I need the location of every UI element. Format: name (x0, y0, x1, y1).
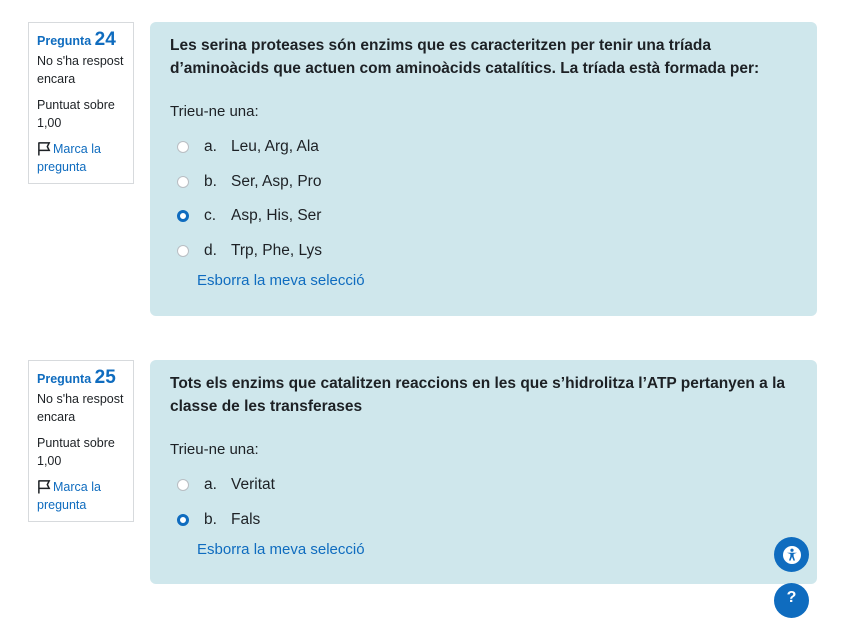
question-state: No s'ha respost encara (37, 392, 124, 424)
answer-prompt: Trieu-ne una: (170, 441, 259, 458)
question-grade: Puntuat sobre 1,00 (37, 436, 115, 468)
radio-c-selected[interactable] (177, 210, 189, 223)
radio-b-selected[interactable] (177, 513, 189, 526)
help-button[interactable]: ? (774, 583, 809, 618)
option-text: Fals (231, 510, 261, 528)
option-letter: a. (204, 476, 217, 494)
flag-question-link[interactable]: Marca la pregunta (37, 140, 125, 176)
question-info-25: Pregunta 25 No s'ha respost encara Puntu… (28, 360, 134, 522)
option-text: Asp, His, Ser (231, 207, 322, 225)
accessibility-icon (782, 545, 801, 564)
answer-option-b[interactable]: b. Fals (170, 503, 797, 538)
radio-b[interactable] (177, 175, 189, 188)
option-text: Leu, Arg, Ala (231, 138, 319, 156)
option-text: Trp, Phe, Lys (231, 241, 323, 259)
answer-options: a. Leu, Arg, Ala b. Ser, Asp, Pro c. Asp… (170, 130, 797, 268)
option-letter: b. (204, 510, 217, 528)
answer-option-a[interactable]: a. Veritat (170, 468, 797, 503)
question-content-25: Tots els enzims que catalitzen reaccions… (150, 360, 817, 584)
clear-selection-link[interactable]: Esborra la meva selecció (197, 541, 365, 558)
question-number: 24 (94, 29, 116, 50)
question-grade: Puntuat sobre 1,00 (37, 98, 115, 130)
option-letter: c. (204, 207, 217, 225)
radio-d[interactable] (177, 244, 189, 257)
answer-option-a[interactable]: a. Leu, Arg, Ala (170, 130, 797, 165)
option-letter: a. (204, 138, 217, 156)
answer-option-d[interactable]: d. Trp, Phe, Lys (170, 234, 797, 269)
question-label: Pregunta (37, 34, 92, 48)
question-state: No s'ha respost encara (37, 54, 124, 86)
question-number: 25 (94, 367, 116, 388)
flag-question-link[interactable]: Marca la pregunta (37, 478, 125, 514)
question-content-24: Les serina proteases són enzims que es c… (150, 22, 817, 316)
answer-option-b[interactable]: b. Ser, Asp, Pro (170, 165, 797, 200)
question-label: Pregunta (37, 372, 92, 386)
flag-icon (38, 142, 51, 156)
option-letter: d. (204, 241, 217, 259)
answer-prompt: Trieu-ne una: (170, 103, 259, 120)
answer-options: a. Veritat b. Fals (170, 468, 797, 537)
answer-option-c[interactable]: c. Asp, His, Ser (170, 199, 797, 234)
question-info-24: Pregunta 24 No s'ha respost encara Puntu… (28, 22, 134, 184)
option-letter: b. (204, 172, 217, 190)
question-text: Tots els enzims que catalitzen reaccions… (170, 375, 786, 415)
option-text: Veritat (231, 476, 275, 494)
question-text: Les serina proteases són enzims que es c… (170, 37, 760, 77)
option-text: Ser, Asp, Pro (231, 172, 322, 190)
radio-a[interactable] (177, 141, 189, 154)
accessibility-button[interactable] (774, 537, 809, 572)
flag-icon (38, 480, 51, 494)
radio-a[interactable] (177, 479, 189, 492)
clear-selection-link[interactable]: Esborra la meva selecció (197, 272, 365, 289)
